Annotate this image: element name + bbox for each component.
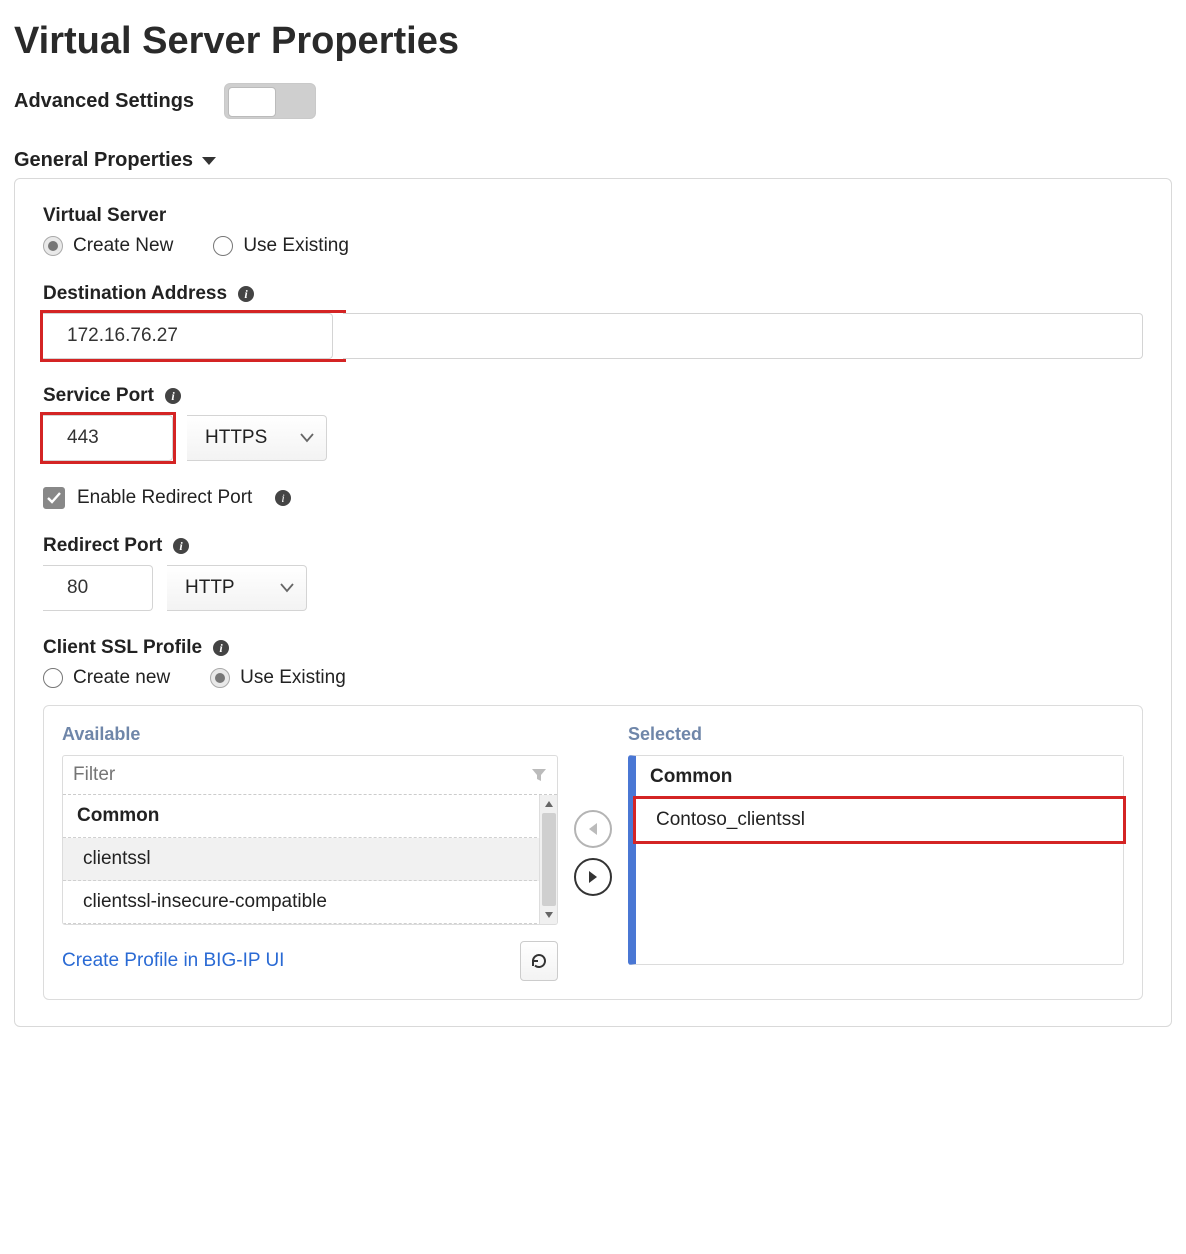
ssl-radio-create-new-label: Create new — [73, 667, 170, 689]
general-properties-header[interactable]: General Properties — [14, 149, 1172, 172]
selected-group-header: Common — [636, 756, 1123, 799]
move-right-button[interactable] — [574, 858, 612, 896]
filter-input[interactable] — [73, 764, 525, 786]
page-title: Virtual Server Properties — [14, 20, 1172, 63]
service-protocol-wrap: HTTPS — [187, 415, 327, 461]
ssl-profile-duallist: Available Common clientssl clientssl-ins… — [43, 705, 1143, 1000]
chevron-down-icon — [300, 433, 314, 443]
redirect-protocol-value: HTTP — [185, 577, 235, 599]
ssl-radio-use-existing[interactable] — [210, 668, 230, 688]
redirect-port-wrap — [43, 565, 153, 611]
triangle-right-icon — [587, 870, 599, 884]
general-properties-panel: Virtual Server Create New Use Existing D… — [14, 178, 1172, 1027]
enable-redirect-checkbox[interactable] — [43, 487, 65, 509]
client-ssl-label: Client SSL Profile i — [43, 637, 1143, 659]
advanced-settings-row: Advanced Settings — [14, 83, 1172, 119]
selected-item[interactable]: Contoso_clientssl — [636, 799, 1123, 841]
destination-address-ext[interactable] — [343, 313, 1143, 359]
radio-create-new[interactable] — [43, 236, 63, 256]
radio-use-existing-label: Use Existing — [243, 235, 349, 257]
filter-row — [63, 756, 557, 795]
scroll-down-icon — [544, 911, 554, 919]
info-icon[interactable]: i — [164, 387, 182, 405]
selected-listbox: Common Contoso_clientssl — [628, 755, 1124, 965]
selected-title: Selected — [628, 724, 1124, 745]
info-icon[interactable]: i — [212, 639, 230, 657]
available-listbox: Common clientssl clientssl-insecure-comp… — [62, 755, 558, 925]
radio-create-new-label: Create New — [73, 235, 173, 257]
info-icon[interactable]: i — [237, 285, 255, 303]
service-port-wrap — [43, 415, 173, 461]
info-icon[interactable]: i — [274, 489, 292, 507]
chevron-down-icon — [280, 583, 294, 593]
filter-icon — [531, 767, 547, 783]
ssl-radio-use-existing-label: Use Existing — [240, 667, 346, 689]
service-port-label: Service Port i — [43, 385, 1143, 407]
refresh-button[interactable] — [520, 941, 558, 981]
general-properties-label: General Properties — [14, 149, 193, 172]
advanced-settings-toggle[interactable] — [224, 83, 316, 119]
destination-address-input[interactable] — [43, 313, 333, 359]
redirect-port-label: Redirect Port i — [43, 535, 1143, 557]
destination-address-wrap — [43, 313, 343, 359]
list-item[interactable]: clientssl — [63, 838, 557, 881]
list-item[interactable]: clientssl-insecure-compatible — [63, 881, 557, 924]
enable-redirect-label: Enable Redirect Port — [77, 487, 252, 509]
available-group-header: Common — [63, 795, 557, 838]
scroll-up-icon — [544, 800, 554, 808]
redirect-protocol-select[interactable]: HTTP — [167, 565, 307, 611]
refresh-icon — [530, 952, 548, 970]
radio-use-existing[interactable] — [213, 236, 233, 256]
redirect-protocol-wrap: HTTP — [167, 565, 307, 611]
service-port-input[interactable] — [43, 415, 173, 461]
destination-address-label: Destination Address i — [43, 283, 1143, 305]
redirect-port-input[interactable] — [43, 565, 153, 611]
create-profile-link[interactable]: Create Profile in BIG-IP UI — [62, 950, 284, 972]
triangle-left-icon — [587, 822, 599, 836]
service-protocol-value: HTTPS — [205, 427, 267, 449]
info-icon[interactable]: i — [172, 537, 190, 555]
svg-text:i: i — [282, 491, 285, 505]
scrollbar[interactable] — [539, 795, 557, 924]
advanced-settings-label: Advanced Settings — [14, 90, 194, 113]
virtual-server-label: Virtual Server — [43, 205, 1143, 227]
virtual-server-radio-group: Create New Use Existing — [43, 235, 1143, 257]
move-left-button[interactable] — [574, 810, 612, 848]
available-title: Available — [62, 724, 558, 745]
transfer-buttons — [558, 724, 628, 981]
caret-down-icon — [201, 155, 217, 167]
ssl-radio-create-new[interactable] — [43, 668, 63, 688]
service-protocol-select[interactable]: HTTPS — [187, 415, 327, 461]
